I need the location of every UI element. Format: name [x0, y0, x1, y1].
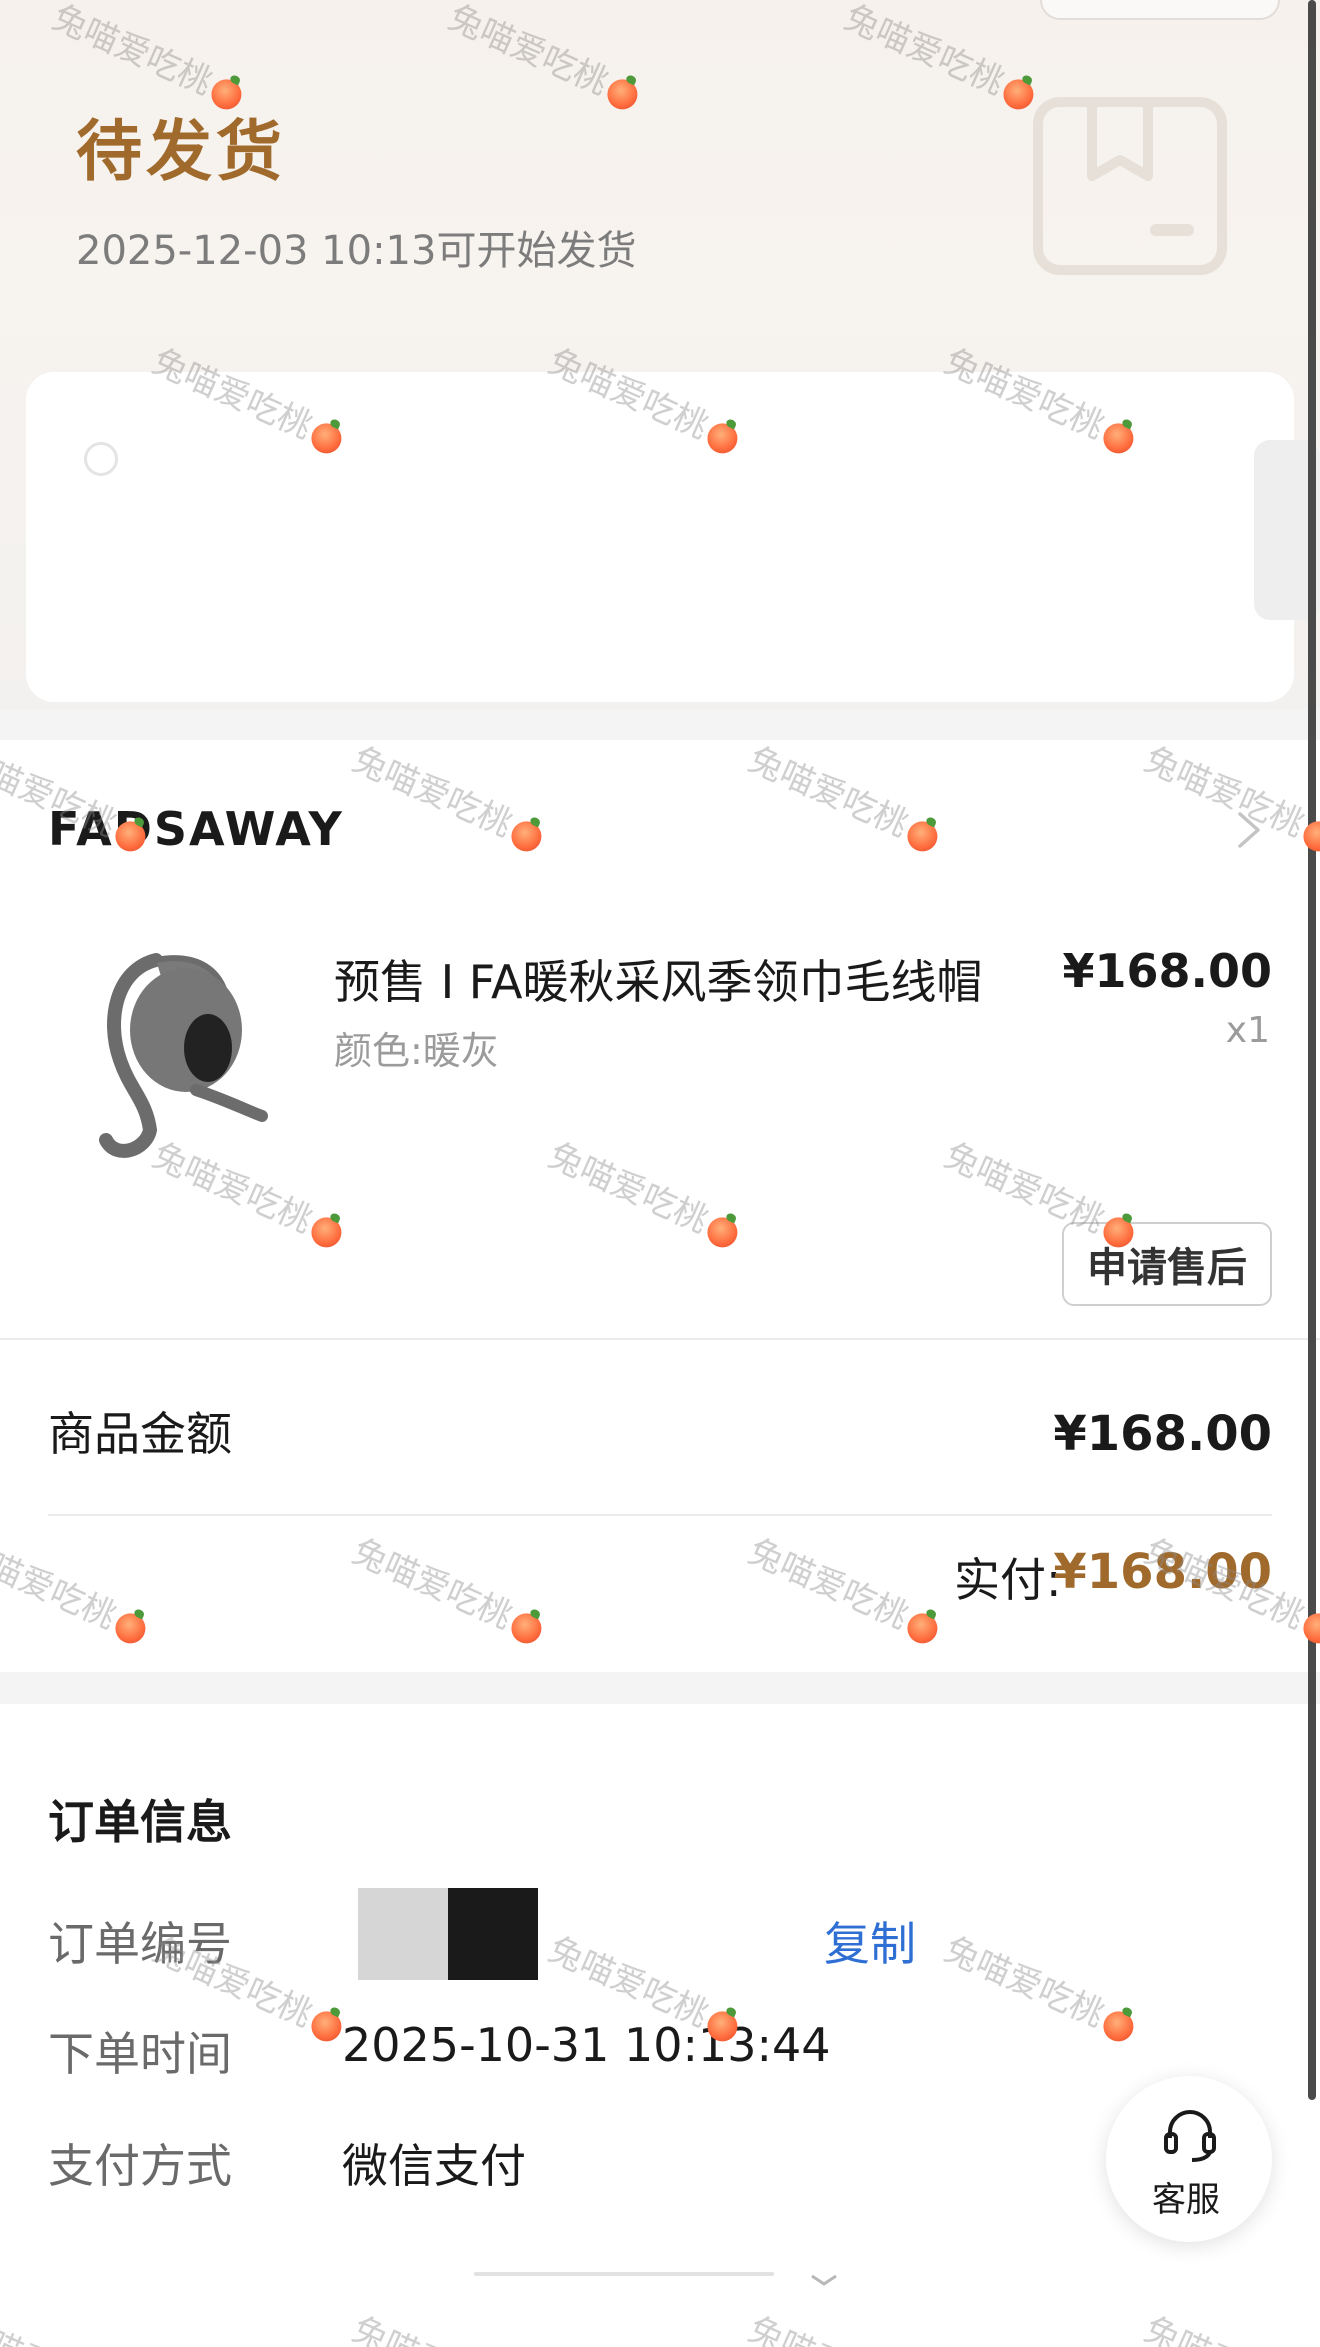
order-number-label: 订单编号: [48, 1917, 232, 1971]
shop-name[interactable]: FADSAWAY: [48, 802, 344, 856]
pay-method-value: 微信支付: [342, 2139, 526, 2193]
address-card[interactable]: [26, 372, 1294, 702]
divider: [0, 1338, 1320, 1340]
watermark: 兔喵爱吃桃: [742, 1524, 948, 1652]
goods-amount-label: 商品金额: [48, 1407, 232, 1461]
package-box-icon: [1033, 97, 1227, 275]
watermark: 兔喵爱吃桃: [0, 1524, 156, 1652]
chevron-right-icon[interactable]: [1232, 808, 1266, 852]
order-time-label: 下单时间: [48, 2027, 232, 2081]
watermark: 兔喵爱吃桃: [346, 732, 552, 860]
peach-icon: [110, 1608, 151, 1648]
product-variant: 颜色:暖灰: [334, 1029, 499, 1073]
peach-icon: [902, 1608, 943, 1648]
peach-icon: [902, 816, 943, 856]
watermark: 兔喵爱吃桃: [346, 1524, 552, 1652]
peach-icon: [506, 816, 547, 856]
watermark: 兔喵爱吃桃: [742, 732, 948, 860]
watermark: 兔喵爱吃桃: [742, 2302, 948, 2347]
divider: [48, 1514, 1272, 1516]
location-icon: [84, 442, 118, 476]
peach-icon: [306, 2006, 347, 2046]
peach-icon: [506, 1608, 547, 1648]
pay-method-label: 支付方式: [48, 2139, 232, 2193]
product-price: ¥168.00: [1062, 944, 1272, 998]
watermark: 兔喵爱吃桃: [0, 2302, 156, 2347]
paid-label: 实付:: [954, 1553, 1062, 1607]
peach-icon: [306, 1212, 347, 1252]
headset-icon: [1164, 2109, 1216, 2162]
product-image[interactable]: [76, 940, 296, 1180]
scrollbar[interactable]: [1308, 0, 1316, 2100]
bottom-sheet-handle[interactable]: [474, 2268, 844, 2294]
paid-value: ¥168.00: [1053, 1544, 1272, 1600]
order-info-title: 订单信息: [48, 1795, 232, 1849]
peach-icon: [702, 1212, 743, 1252]
watermark: 兔喵爱吃桃: [1138, 732, 1320, 860]
watermark: 兔喵爱吃桃: [938, 1922, 1144, 2050]
after-sale-button[interactable]: 申请售后: [1062, 1222, 1272, 1306]
product-quantity: x1: [1225, 1010, 1270, 1051]
product-title[interactable]: 预售 I FA暖秋采风季领巾毛线帽: [334, 946, 983, 1012]
customer-service-label: 客服: [1152, 2180, 1220, 2220]
peach-icon: [1098, 2006, 1139, 2046]
section-divider: [0, 710, 1320, 740]
watermark: 兔喵爱吃桃: [1138, 2302, 1320, 2347]
watermark: 兔喵爱吃桃: [346, 2302, 552, 2347]
order-status-subtitle: 2025-12-03 10:13可开始发货: [76, 228, 637, 274]
top-pill[interactable]: [1040, 0, 1280, 20]
redaction-block: [358, 1888, 448, 1980]
redaction-block: [448, 1888, 538, 1980]
goods-amount-value: ¥168.00: [1053, 1406, 1272, 1462]
order-status-title: 待发货: [76, 113, 286, 190]
order-time-value: 2025-10-31 10:13:44: [342, 2018, 831, 2072]
watermark: 兔喵爱吃桃: [542, 1128, 748, 1256]
section-divider: [0, 1672, 1320, 1704]
copy-order-number-button[interactable]: 复制: [824, 1908, 916, 1974]
